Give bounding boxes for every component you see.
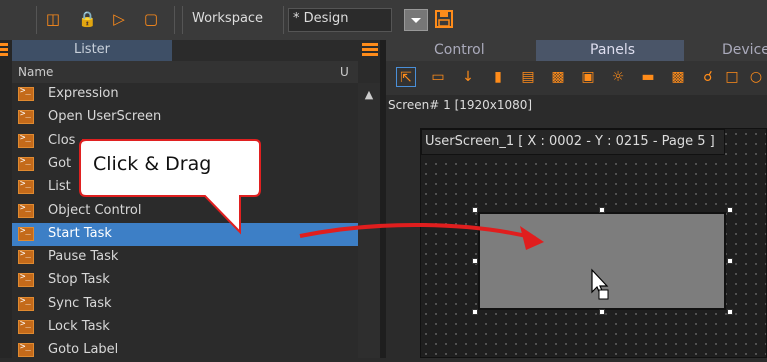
resize-handle[interactable]	[472, 258, 478, 264]
pointer-icon[interactable]: ⇱	[396, 67, 416, 87]
rounded-rect-icon[interactable]: ▭	[428, 67, 448, 87]
thermometer-icon[interactable]: ↓	[458, 67, 478, 87]
toolbar-separator	[174, 6, 175, 34]
list-item-label: Clos	[48, 132, 76, 148]
list-item[interactable]: Start Task	[12, 222, 358, 246]
toolbar-separator	[36, 6, 37, 34]
list-item[interactable]: Stop Task	[12, 269, 358, 292]
list-item-label: Goto Label	[48, 342, 119, 358]
list-item-label: Start Task	[48, 225, 112, 241]
column-u-header[interactable]: U	[340, 65, 349, 79]
textbox-icon[interactable]: ▩	[548, 67, 568, 87]
group-icon[interactable]: ◫	[44, 10, 62, 28]
resize-handle[interactable]	[727, 258, 733, 264]
userscreen-label: UserScreen_1 [ X : 0002 - Y : 0215 - Pag…	[425, 134, 715, 149]
lister-title: Lister	[73, 42, 111, 57]
script-action-icon	[18, 249, 34, 265]
label-icon[interactable]: ▣	[578, 67, 598, 87]
script-action-icon	[18, 272, 34, 288]
list-item-label: Stop Task	[48, 272, 110, 288]
chevron-down-icon	[411, 18, 421, 23]
slider-icon[interactable]: ▬	[638, 67, 658, 87]
list-item-label: Sync Task	[48, 295, 112, 311]
list-item-label: List	[48, 179, 71, 195]
list-item[interactable]: List	[12, 176, 358, 199]
screen-label: Screen# 1 [1920x1080]	[388, 98, 533, 112]
list-item-label: Pause Task	[48, 249, 119, 265]
circle-icon[interactable]: ○	[746, 67, 766, 87]
resize-handle[interactable]	[727, 309, 733, 315]
list-item[interactable]: Goto Label	[12, 339, 358, 362]
tab-device[interactable]: Device	[722, 42, 767, 58]
script-action-icon	[18, 179, 34, 195]
script-action-icon	[18, 109, 34, 125]
column-name-header[interactable]: Name	[18, 65, 53, 79]
lister-scrollbar[interactable]	[358, 83, 380, 358]
toolbar-separator	[182, 6, 183, 34]
script-action-icon	[18, 226, 34, 241]
lister-tab-empty	[172, 40, 358, 61]
save-icon[interactable]	[434, 9, 454, 29]
toolbar-separator	[283, 6, 284, 34]
script-action-icon	[18, 133, 34, 148]
scroll-up-icon[interactable]: ▲	[362, 88, 376, 102]
list-item-label: Object Control	[48, 202, 142, 218]
list-item-label: Lock Task	[48, 319, 110, 334]
play-icon[interactable]: ▷	[110, 10, 128, 28]
left-dock-strip	[0, 40, 12, 358]
list-item[interactable]: Sync Task	[12, 293, 358, 316]
menu-handle-icon[interactable]	[362, 42, 378, 58]
callout-text: Click & Drag	[93, 153, 212, 175]
list-item[interactable]: Object Control	[12, 200, 358, 223]
button-icon[interactable]: ☌	[698, 67, 718, 87]
list-item[interactable]: Pause Task	[12, 246, 358, 269]
list-icon[interactable]: ▤	[518, 67, 538, 87]
resize-handle[interactable]	[599, 207, 605, 213]
script-action-icon	[18, 319, 34, 334]
lister-column-header	[12, 61, 358, 83]
script-action-icon	[18, 86, 34, 101]
list-item[interactable]: Open UserScreen	[12, 106, 358, 129]
menu-handle-icon[interactable]	[0, 42, 8, 58]
resize-handle[interactable]	[472, 207, 478, 213]
script-action-icon	[18, 203, 34, 218]
script-action-icon	[18, 342, 34, 358]
list-item-label: Expression	[48, 86, 119, 101]
tab-control[interactable]: Control	[434, 42, 485, 58]
tab-dropdown-button[interactable]	[404, 9, 428, 31]
workspace-tab[interactable]: Workspace	[192, 11, 263, 26]
script-action-icon	[18, 296, 34, 311]
resize-handle[interactable]	[599, 309, 605, 315]
tank-icon[interactable]: ▮	[488, 67, 508, 87]
list-item[interactable]: Expression	[12, 83, 358, 106]
stop-icon[interactable]: ▢	[142, 10, 160, 28]
lock-icon[interactable]: 🔒	[78, 10, 97, 28]
resize-handle[interactable]	[727, 207, 733, 213]
list-item[interactable]: Clos	[12, 130, 358, 153]
lamp-icon[interactable]: ☼	[608, 67, 628, 87]
square-icon[interactable]: □	[722, 67, 742, 87]
design-tab-label: * Design	[293, 11, 349, 26]
list-item[interactable]: Lock Task	[12, 316, 358, 339]
script-action-icon	[18, 156, 34, 171]
resize-handle[interactable]	[472, 309, 478, 315]
tab-panels-label: Panels	[590, 42, 636, 58]
list-item-label: Got	[48, 155, 72, 171]
drag-cursor-icon	[591, 268, 609, 300]
list-item-label: Open UserScreen	[48, 109, 162, 125]
bitmap-icon[interactable]: ▩	[668, 67, 688, 87]
